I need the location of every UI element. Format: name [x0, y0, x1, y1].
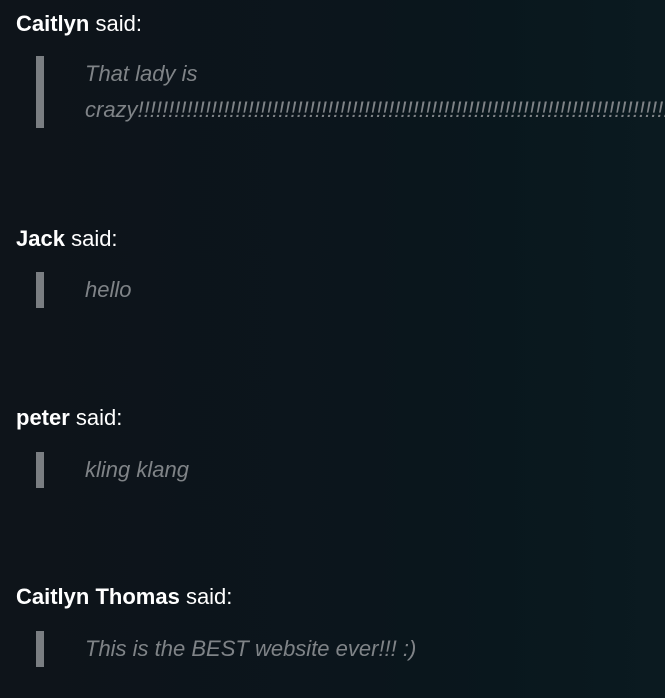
- comment-text-line-1: That lady is: [85, 61, 198, 86]
- said-label: said:: [95, 11, 142, 36]
- comment-quote: hello: [16, 272, 665, 308]
- comment-item: Jack said: hello: [16, 226, 665, 308]
- comment-item: Caitlyn said: That lady is crazy!!!!!!!!…: [16, 11, 665, 128]
- comment-author: Jack: [16, 226, 65, 251]
- comment-text: kling klang: [85, 457, 189, 482]
- comment-header: Caitlyn said:: [16, 11, 665, 37]
- comment-quote: That lady is crazy!!!!!!!!!!!!!!!!!!!!!!…: [16, 56, 665, 128]
- comment-header: Caitlyn Thomas said:: [16, 584, 665, 610]
- said-label: said:: [71, 226, 118, 251]
- comment-author: peter: [16, 405, 70, 430]
- said-label: said:: [185, 584, 233, 609]
- comment-item: Caitlyn Thomas said: This is the BEST we…: [16, 584, 665, 667]
- comment-header: Jack said:: [16, 226, 665, 252]
- comment-author: Caitlyn: [16, 11, 90, 36]
- comment-header: peter said:: [16, 405, 665, 431]
- comment-item: peter said: kling klang: [16, 405, 665, 488]
- quote-bar: [36, 452, 44, 488]
- comment-text-line-2: crazy!!!!!!!!!!!!!!!!!!!!!!!!!!!!!!!!!!!…: [85, 97, 665, 122]
- quote-bar: [36, 56, 44, 128]
- comment-text: hello: [85, 277, 132, 302]
- comment-author: Caitlyn Thomas: [16, 584, 180, 609]
- comment-text: This is the BEST website ever!!! :): [85, 636, 417, 661]
- said-label: said:: [75, 405, 123, 430]
- comment-quote: This is the BEST website ever!!! :): [16, 631, 665, 667]
- quote-bar: [36, 272, 44, 308]
- comment-quote: kling klang: [16, 452, 665, 488]
- quote-bar: [36, 631, 44, 667]
